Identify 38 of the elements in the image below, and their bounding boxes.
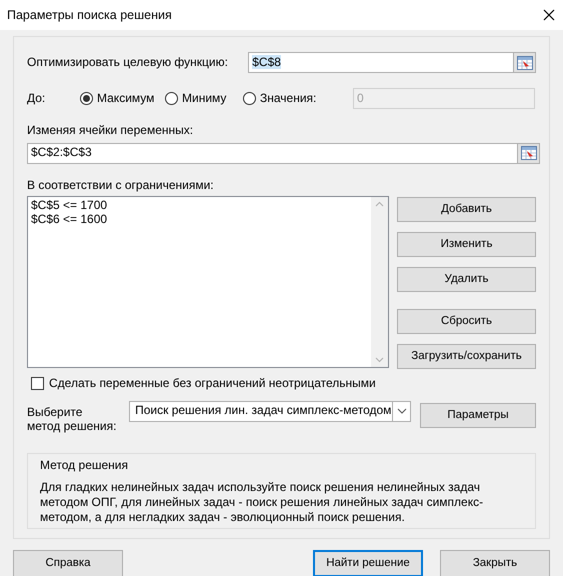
radio-label: Значения:: [260, 90, 316, 106]
radio-button[interactable]: [80, 92, 93, 105]
radio-label: Максимум: [97, 90, 154, 106]
dialog-button[interactable]: Удалить: [397, 267, 536, 292]
constraints-list[interactable]: $C$5 <= 1700 $C$6 <= 1600: [27, 196, 389, 368]
constraint-item[interactable]: $C$6 <= 1600: [31, 212, 368, 226]
dialog-button[interactable]: Добавить: [397, 197, 536, 222]
description-text: Для гладких нелинейных задач используйте поиск решения нелинейных задач методом ОПГ, для линейных задач - поиск решения линейных задач симплекс-методом, а для негладких задач - эволюционный поиск решения.: [40, 480, 484, 526]
value-field: 0: [353, 88, 535, 109]
dialog-button[interactable]: Найти решение: [313, 550, 423, 576]
range-select-button[interactable]: [513, 53, 535, 72]
dialog-button[interactable]: Загрузить/сохранить: [397, 344, 536, 370]
parameters-button[interactable]: Параметры: [420, 402, 536, 428]
radio-label: Миниму: [182, 90, 226, 106]
range-select-button[interactable]: [517, 144, 539, 163]
input-field[interactable]: $C$2:$C$3: [27, 142, 540, 164]
dialog-button[interactable]: Справка: [13, 550, 123, 576]
input-field[interactable]: $C$8: [248, 52, 536, 73]
range-select-icon: [516, 56, 532, 70]
field-label: Выберите метод решения:: [27, 404, 118, 433]
radio-button[interactable]: [165, 92, 178, 105]
window-title: Параметры поиска решения: [7, 6, 172, 24]
field-label: Оптимизировать целевую функцию:: [27, 54, 229, 70]
method-dropdown[interactable]: Поиск решения лин. задач симплекс-методом: [129, 400, 412, 422]
field-label: До:: [27, 90, 46, 106]
group-title: Метод решения: [40, 458, 129, 474]
radio-button[interactable]: [243, 92, 256, 105]
field-label: Изменяя ячейки переменных:: [27, 123, 194, 139]
dialog-button[interactable]: Изменить: [397, 232, 536, 258]
constraint-item[interactable]: $C$5 <= 1700: [31, 198, 368, 212]
checkbox-label: Сделать переменные без ограничений неотрицательными: [49, 376, 376, 392]
range-select-icon: [520, 146, 536, 160]
dialog-button[interactable]: Сбросить: [397, 309, 536, 334]
close-icon[interactable]: [543, 9, 555, 21]
dialog-button[interactable]: Закрыть: [440, 550, 550, 576]
checkbox[interactable]: [31, 377, 44, 390]
caret-icon: [396, 408, 407, 414]
field-label: В соответствии с ограничениями:: [27, 178, 215, 194]
